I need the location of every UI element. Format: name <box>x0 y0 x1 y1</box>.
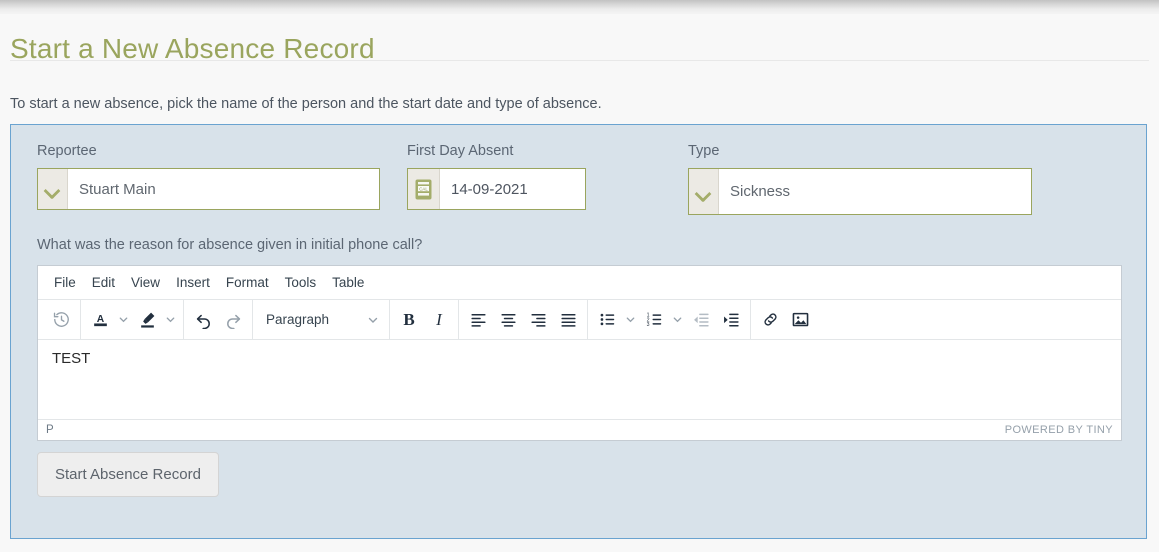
restore-draft-icon <box>53 312 69 327</box>
calendar-button[interactable]: CAL <box>408 169 440 209</box>
chevron-down-icon <box>46 185 59 193</box>
text-color-caret-button[interactable] <box>115 306 132 334</box>
svg-text:CAL: CAL <box>419 186 428 191</box>
toolbar-group-align <box>459 300 588 339</box>
outdent-icon <box>693 313 709 327</box>
absence-reason-question: What was the reason for absence given in… <box>37 237 423 253</box>
first-day-absent-label: First Day Absent <box>407 143 514 159</box>
menu-view[interactable]: View <box>123 271 168 294</box>
chevron-down-icon <box>368 317 378 323</box>
first-day-absent-value: 14-09-2021 <box>440 169 585 209</box>
numbered-list-button[interactable]: 1 2 3 <box>639 306 669 334</box>
bullet-list-caret-button[interactable] <box>622 306 639 334</box>
type-select[interactable]: Sickness <box>688 168 1032 215</box>
bold-button[interactable]: B <box>394 306 424 334</box>
align-right-button[interactable] <box>523 306 553 334</box>
reportee-label: Reportee <box>37 143 97 159</box>
editor-toolbar: A Paragraph B I 1 2 3 <box>38 300 1121 340</box>
align-right-icon <box>530 313 546 327</box>
undo-icon <box>196 314 210 329</box>
highlight-color-button[interactable] <box>132 306 162 334</box>
highlight-color-icon <box>140 312 154 328</box>
menu-table[interactable]: Table <box>324 271 372 294</box>
menu-format[interactable]: Format <box>218 271 277 294</box>
align-center-button[interactable] <box>493 306 523 334</box>
field-reportee: Reportee Stuart Main <box>37 143 380 210</box>
text-color-icon: A <box>93 314 107 327</box>
chevron-down-icon <box>166 317 175 323</box>
text-color-button[interactable]: A <box>85 306 115 334</box>
reportee-select[interactable]: Stuart Main <box>37 168 380 210</box>
editor-statusbar: P POWERED BY TINY <box>38 419 1121 440</box>
header-shadow-strip <box>0 0 1159 14</box>
image-button[interactable] <box>785 306 815 334</box>
toolbar-group-undo-redo <box>184 300 253 339</box>
start-absence-record-button[interactable]: Start Absence Record <box>37 452 219 497</box>
chevron-down-icon <box>626 317 635 323</box>
align-justify-button[interactable] <box>553 306 583 334</box>
type-value: Sickness <box>719 169 1031 214</box>
redo-icon <box>226 314 240 329</box>
outdent-button[interactable] <box>686 306 716 334</box>
format-select[interactable]: Paragraph <box>257 306 385 334</box>
intro-text: To start a new absence, pick the name of… <box>10 96 602 112</box>
absence-form-panel: Reportee Stuart Main First Day Absent CA… <box>10 124 1147 539</box>
bullet-list-icon <box>600 313 614 326</box>
link-button[interactable] <box>755 306 785 334</box>
undo-button[interactable] <box>188 306 218 334</box>
first-day-absent-input[interactable]: CAL 14-09-2021 <box>407 168 586 210</box>
numbered-list-icon: 1 2 3 <box>646 313 661 328</box>
calendar-icon: CAL <box>415 179 432 199</box>
menu-insert[interactable]: Insert <box>168 271 218 294</box>
image-icon <box>792 312 808 327</box>
align-left-icon <box>470 313 486 327</box>
field-first-day-absent: First Day Absent CAL 14-09-2021 <box>407 143 586 210</box>
align-justify-icon <box>560 313 576 327</box>
toolbar-group-lists: 1 2 3 <box>588 300 751 339</box>
redo-button[interactable] <box>218 306 248 334</box>
italic-icon: I <box>436 310 442 329</box>
menu-edit[interactable]: Edit <box>84 271 123 294</box>
toolbar-group-style: B I <box>390 300 459 339</box>
numbered-list-caret-button[interactable] <box>669 306 686 334</box>
type-label: Type <box>688 143 720 159</box>
svg-text:3: 3 <box>646 322 649 328</box>
menu-tools[interactable]: Tools <box>277 271 325 294</box>
reportee-value: Stuart Main <box>68 169 379 209</box>
toolbar-group-history <box>42 300 81 339</box>
editor-content-area[interactable]: TEST <box>38 340 1121 419</box>
form-field-row: Reportee Stuart Main First Day Absent CA… <box>11 143 1146 233</box>
bold-icon: B <box>403 310 415 329</box>
type-dropdown-addon[interactable] <box>689 169 719 214</box>
chevron-down-icon <box>697 188 710 196</box>
tiny-branding[interactable]: POWERED BY TINY <box>1005 424 1113 436</box>
chevron-down-icon <box>673 317 682 323</box>
indent-icon <box>723 313 739 327</box>
align-left-button[interactable] <box>463 306 493 334</box>
editor-menubar: File Edit View Insert Format Tools Table <box>38 266 1121 300</box>
toolbar-group-insert <box>751 300 819 339</box>
chevron-down-icon <box>119 317 128 323</box>
toolbar-group-colors: A <box>81 300 184 339</box>
reportee-dropdown-addon[interactable] <box>38 169 68 209</box>
restore-draft-button[interactable] <box>46 306 76 334</box>
title-divider <box>10 60 1149 61</box>
menu-file[interactable]: File <box>46 271 84 294</box>
element-path[interactable]: P <box>46 424 54 436</box>
format-select-value: Paragraph <box>266 312 330 327</box>
link-icon <box>763 313 777 326</box>
italic-button[interactable]: I <box>424 306 454 334</box>
rich-text-editor: File Edit View Insert Format Tools Table <box>37 265 1122 441</box>
toolbar-group-format: Paragraph <box>253 300 390 339</box>
highlight-color-caret-button[interactable] <box>162 306 179 334</box>
field-type: Type Sickness <box>688 143 1032 215</box>
editor-paragraph: TEST <box>52 350 91 367</box>
indent-button[interactable] <box>716 306 746 334</box>
svg-text:A: A <box>96 314 104 325</box>
align-center-icon <box>500 313 516 327</box>
bullet-list-button[interactable] <box>592 306 622 334</box>
